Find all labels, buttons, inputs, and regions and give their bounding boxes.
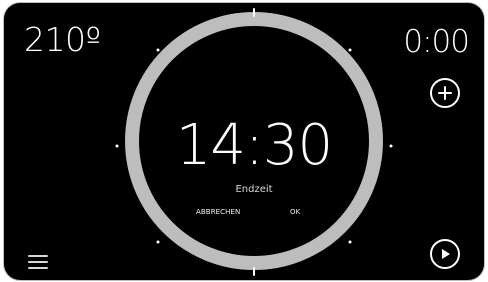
end-time-value: 14:30 <box>175 113 333 178</box>
plus-icon <box>438 86 452 100</box>
oven-control-screen: 210º 0:00 14:30 Endzeit ABBRECHEN OK <box>4 3 484 280</box>
menu-line <box>28 267 48 269</box>
ok-button[interactable]: OK <box>290 208 300 216</box>
dial-actions: ABBRECHEN OK <box>109 208 399 222</box>
add-timer-button[interactable] <box>430 78 460 108</box>
menu-line <box>28 261 48 263</box>
start-button[interactable] <box>430 239 460 269</box>
timer-display: 0:00 <box>403 24 470 60</box>
cancel-button[interactable]: ABBRECHEN <box>196 208 240 216</box>
time-dial[interactable]: 14:30 Endzeit ABBRECHEN OK <box>109 3 399 280</box>
menu-button[interactable] <box>28 255 48 273</box>
menu-line <box>28 255 48 257</box>
end-time-label: Endzeit <box>235 184 273 195</box>
play-icon <box>442 249 450 259</box>
temperature-display: 210º <box>24 20 101 59</box>
